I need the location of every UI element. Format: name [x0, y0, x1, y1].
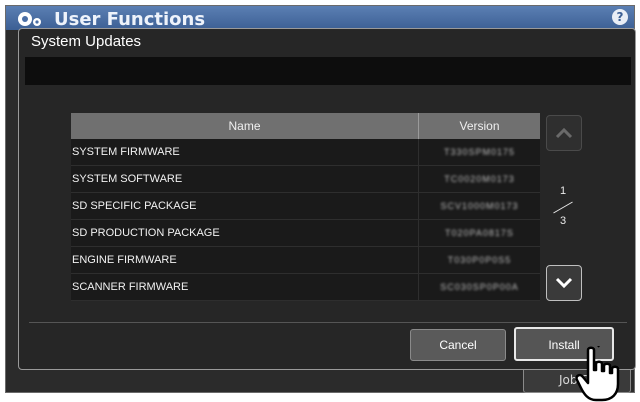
table-row[interactable]: SD SPECIFIC PACKAGE SCV1000M0173 [71, 193, 540, 220]
help-icon[interactable]: ? [612, 9, 628, 25]
table-row[interactable]: SD PRODUCTION PACKAGE T020PA0817S [71, 220, 540, 247]
row-name: SYSTEM FIRMWARE [71, 139, 419, 165]
system-updates-dialog: System Updates Name Version SYSTEM FIRMW… [18, 28, 636, 370]
table-row[interactable]: SYSTEM FIRMWARE T330SPM0175 [71, 139, 540, 166]
row-version: T030P0P0S5 [447, 255, 512, 265]
column-header-name: Name [71, 113, 419, 139]
column-header-version: Version [459, 119, 500, 133]
pointing-hand-icon [575, 346, 620, 402]
page-separator [553, 201, 573, 214]
row-name: SCANNER FIRMWARE [71, 274, 419, 300]
updates-table: Name Version SYSTEM FIRMWARE T330SPM0175… [71, 113, 540, 301]
total-pages: 3 [560, 215, 567, 227]
table-row[interactable]: ENGINE FIRMWARE T030P0P0S5 [71, 247, 540, 274]
row-name: SD PRODUCTION PACKAGE [71, 220, 419, 246]
row-version: T020PA0817S [445, 228, 514, 238]
message-bar [25, 57, 631, 85]
page-indicator: 1 3 [550, 185, 578, 227]
current-page: 1 [560, 185, 567, 197]
cancel-button[interactable]: Cancel [410, 329, 506, 361]
row-version: SCV1000M0173 [440, 201, 519, 211]
row-version: TC0020M0173 [444, 174, 515, 184]
divider [29, 322, 627, 323]
row-name: SYSTEM SOFTWARE [71, 166, 419, 192]
background-header: User Functions ? [6, 6, 634, 30]
row-name: ENGINE FIRMWARE [71, 247, 419, 273]
row-name: SD SPECIFIC PACKAGE [71, 193, 419, 219]
background-title: User Functions [54, 9, 206, 30]
table-row[interactable]: SCANNER FIRMWARE SC030SP0P00A [71, 274, 540, 301]
row-version: T330SPM0175 [443, 147, 516, 157]
gear-icon [18, 12, 41, 26]
row-version: SC030SP0P00A [440, 282, 519, 292]
table-row[interactable]: SYSTEM SOFTWARE TC0020M0173 [71, 166, 540, 193]
chevron-up-icon [555, 127, 573, 139]
page-down-button[interactable] [546, 265, 582, 301]
dialog-title: System Updates [31, 33, 142, 50]
table-header: Name Version [71, 113, 540, 139]
chevron-down-icon [555, 277, 573, 289]
page-up-button[interactable] [546, 115, 582, 151]
